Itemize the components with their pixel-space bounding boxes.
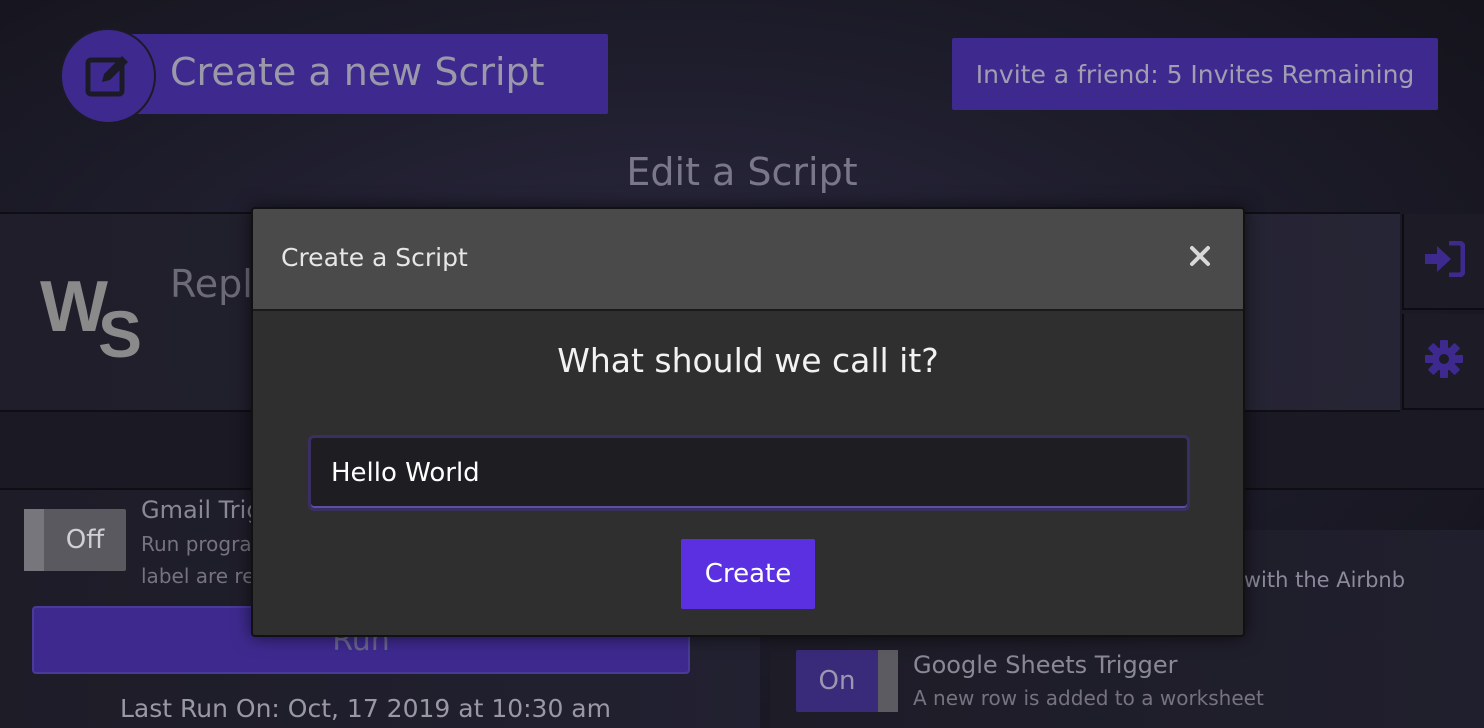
script-card-title: Repl (170, 262, 253, 306)
gmail-trigger-desc-2: label are re (141, 564, 255, 588)
invite-friend-button[interactable]: Invite a friend: 5 Invites Remaining (952, 38, 1438, 110)
sheets-trigger-toggle[interactable]: On (796, 650, 898, 712)
modal-title: Create a Script (281, 243, 468, 272)
modal-question: What should we call it? (557, 341, 939, 380)
sheets-trigger-title: Google Sheets Trigger (913, 651, 1178, 679)
toggle-label: Off (65, 525, 105, 555)
logo-letter-w: W (40, 267, 108, 347)
toggle-knob (24, 509, 44, 571)
settings-button[interactable] (1402, 314, 1484, 410)
last-run-text: Last Run On: Oct, 17 2019 at 10:30 am (120, 694, 611, 723)
create-button[interactable]: Create (681, 539, 815, 609)
gmail-trigger-desc-1: Run progra (141, 532, 252, 556)
toggle-label: On (818, 666, 856, 696)
sheets-trigger-desc: A new row is added to a worksheet (913, 686, 1264, 710)
script-name-input[interactable] (308, 435, 1190, 511)
modal-body: What should we call it? Create (253, 311, 1243, 635)
page-title: Edit a Script (626, 150, 858, 194)
sign-in-button[interactable] (1402, 214, 1484, 310)
close-icon (1189, 245, 1211, 271)
gmail-trigger-title: Gmail Trig (141, 496, 262, 524)
gmail-trigger-toggle[interactable]: Off (24, 509, 126, 571)
close-button[interactable] (1187, 245, 1213, 271)
toggle-knob (878, 650, 898, 712)
sign-in-icon (1423, 240, 1466, 281)
logo-letter-s: S (97, 297, 142, 371)
gear-icon (1424, 339, 1464, 383)
script-logo: WS (40, 266, 142, 371)
create-new-script-label: Create a new Script (170, 50, 545, 94)
create-new-script-button[interactable]: Create a new Script (60, 28, 608, 124)
edit-icon (60, 28, 156, 124)
modal-header: Create a Script (253, 209, 1243, 311)
create-script-modal: Create a Script What should we call it? … (251, 207, 1245, 637)
